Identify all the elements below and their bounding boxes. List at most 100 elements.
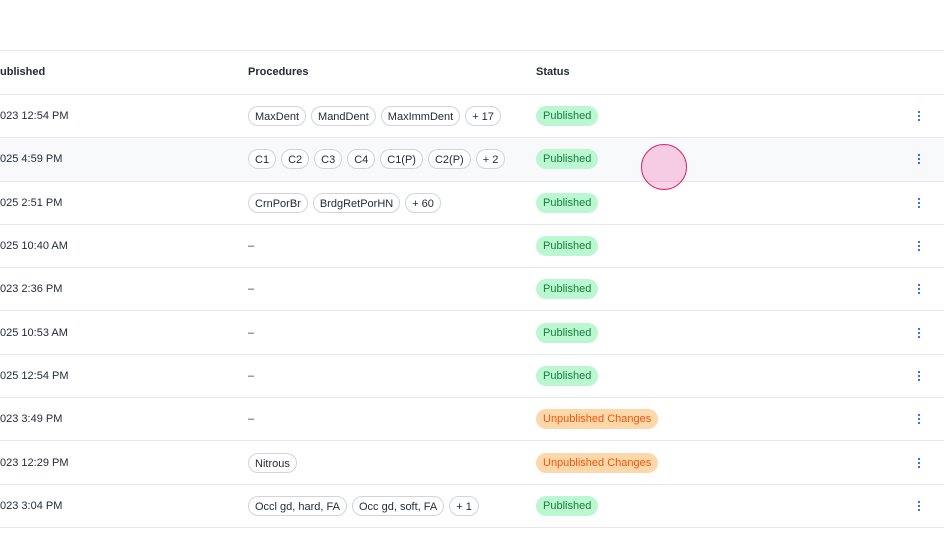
more-vertical-icon[interactable] xyxy=(911,325,927,341)
procedure-chip-list: Occl gd, hard, FA Occ gd, soft, FA + 1 xyxy=(248,495,479,516)
procedures-cell: MaxDent MandDent MaxImmDent + 17 xyxy=(248,95,528,137)
more-vertical-icon[interactable] xyxy=(911,411,927,427)
published-date: 023 2:36 PM xyxy=(0,283,63,296)
procedure-chip-list: Nitrous xyxy=(248,452,297,473)
more-vertical-icon[interactable] xyxy=(911,498,927,514)
published-date: 025 10:40 AM xyxy=(0,240,68,253)
table-row[interactable]: 025 4:59 PM C1 C2 C3 C4 C1(P) C2(P) + 2 Publishe… xyxy=(0,138,944,182)
status-badge: Published xyxy=(536,365,599,386)
status-cell: Unpublished Changes xyxy=(536,398,736,440)
procedures-cell: Occl gd, hard, FA Occ gd, soft, FA + 1 xyxy=(248,485,528,527)
procedure-chip: MaxImmDent xyxy=(380,106,461,127)
published-date: 023 3:04 PM xyxy=(0,499,63,512)
procedures-cell: – xyxy=(248,355,528,397)
status-cell: Published xyxy=(536,95,736,137)
empty-procedures: – xyxy=(248,369,255,382)
row-actions xyxy=(904,95,934,137)
status-badge: Published xyxy=(536,322,599,343)
table-row[interactable]: 023 3:04 PM Occl gd, hard, FA Occ gd, soft… xyxy=(0,485,944,528)
status-cell: Published xyxy=(536,355,736,397)
status-cell: Published xyxy=(536,225,736,267)
status-cell: Published xyxy=(536,138,736,180)
table-header: ublished Procedures Status xyxy=(0,51,944,95)
status-badge: Published xyxy=(536,495,599,516)
row-actions xyxy=(904,311,934,353)
more-procedures-chip[interactable]: + 2 xyxy=(475,149,506,170)
top-bar xyxy=(0,0,944,51)
procedure-chip: MaxDent xyxy=(248,106,307,127)
more-procedures-chip[interactable]: + 1 xyxy=(449,495,479,516)
published-date: 025 4:59 PM xyxy=(0,153,63,166)
more-vertical-icon[interactable] xyxy=(911,195,927,211)
procedure-chip: C1 xyxy=(248,149,277,170)
published-date: 025 10:53 AM xyxy=(0,326,68,339)
published-date: 025 2:51 PM xyxy=(0,196,63,209)
more-procedures-chip[interactable]: + 17 xyxy=(465,106,501,127)
procedure-chip: MandDent xyxy=(311,106,376,127)
table-body: 023 12:54 PM MaxDent MandDent MaxImmDent + 1… xyxy=(0,95,944,528)
status-badge: Unpublished Changes xyxy=(536,409,659,430)
procedure-chip: Nitrous xyxy=(248,452,297,473)
more-vertical-icon[interactable] xyxy=(911,151,927,167)
procedure-chip: Occ gd, soft, FA xyxy=(351,495,445,516)
status-cell: Published xyxy=(536,182,736,224)
table-row[interactable]: 025 10:53 AM – Published xyxy=(0,311,944,355)
procedures-cell: – xyxy=(248,225,528,267)
procedures-cell: – xyxy=(248,398,528,440)
more-vertical-icon[interactable] xyxy=(911,108,927,124)
table-row[interactable]: 023 12:54 PM MaxDent MandDent MaxImmDent + 1… xyxy=(0,95,944,139)
procedure-chip: Occl gd, hard, FA xyxy=(248,495,347,516)
procedure-chip-list: MaxDent MandDent MaxImmDent + 17 xyxy=(248,106,501,127)
row-actions xyxy=(904,138,934,180)
more-vertical-icon[interactable] xyxy=(911,455,927,471)
procedures-cell: C1 C2 C3 C4 C1(P) C2(P) + 2 xyxy=(248,138,528,180)
status-badge: Published xyxy=(536,192,599,213)
data-table: ublished Procedures Status 023 12:54 PM M… xyxy=(0,51,944,528)
row-actions xyxy=(904,182,934,224)
procedure-chip-list: C1 C2 C3 C4 C1(P) C2(P) + 2 xyxy=(248,149,506,170)
table-row[interactable]: 023 12:29 PM Nitrous Unpublished Changes xyxy=(0,441,944,485)
status-cell: Unpublished Changes xyxy=(536,441,736,483)
more-vertical-icon[interactable] xyxy=(911,281,927,297)
header-status[interactable]: Status xyxy=(536,51,736,94)
procedure-chip: C1(P) xyxy=(380,149,423,170)
procedure-chip-list: CrnPorBr BrdgRetPorHN + 60 xyxy=(248,192,441,213)
header-published[interactable]: ublished xyxy=(0,51,230,94)
row-actions xyxy=(904,355,934,397)
published-date: 023 12:29 PM xyxy=(0,456,69,469)
status-badge: Published xyxy=(536,236,599,257)
empty-procedures: – xyxy=(248,413,255,426)
table-row[interactable]: 023 2:36 PM – Published xyxy=(0,268,944,312)
status-badge: Published xyxy=(536,106,599,127)
procedure-chip: CrnPorBr xyxy=(248,192,308,213)
more-procedures-chip[interactable]: + 60 xyxy=(405,192,441,213)
empty-procedures: – xyxy=(248,326,255,339)
status-cell: Published xyxy=(536,485,736,527)
status-badge: Unpublished Changes xyxy=(536,452,659,473)
status-badge: Published xyxy=(536,149,599,170)
procedure-chip: C2(P) xyxy=(427,149,471,170)
table-row[interactable]: 025 2:51 PM CrnPorBr BrdgRetPorHN + 60 Publi… xyxy=(0,182,944,225)
empty-procedures: – xyxy=(248,283,255,296)
status-badge: Published xyxy=(536,279,599,300)
published-date: 023 3:49 PM xyxy=(0,413,63,426)
table-row[interactable]: 025 12:54 PM – Published xyxy=(0,355,944,399)
procedure-chip: C4 xyxy=(347,149,376,170)
table-row[interactable]: 023 3:49 PM – Unpublished Changes xyxy=(0,398,944,442)
row-actions xyxy=(904,441,934,483)
status-cell: Published xyxy=(536,268,736,310)
procedures-cell: – xyxy=(248,268,528,310)
procedures-cell: – xyxy=(248,311,528,353)
more-vertical-icon[interactable] xyxy=(911,238,927,254)
status-cell: Published xyxy=(536,311,736,353)
table-row[interactable]: 025 10:40 AM – Published xyxy=(0,225,944,269)
procedure-chip: C3 xyxy=(314,149,343,170)
header-procedures[interactable]: Procedures xyxy=(248,51,528,94)
more-vertical-icon[interactable] xyxy=(911,368,927,384)
procedure-chip: C2 xyxy=(281,149,310,170)
row-actions xyxy=(904,225,934,267)
published-date: 023 12:54 PM xyxy=(0,110,69,123)
empty-procedures: – xyxy=(248,240,255,253)
row-actions xyxy=(904,485,934,527)
procedures-cell: Nitrous xyxy=(248,441,528,483)
